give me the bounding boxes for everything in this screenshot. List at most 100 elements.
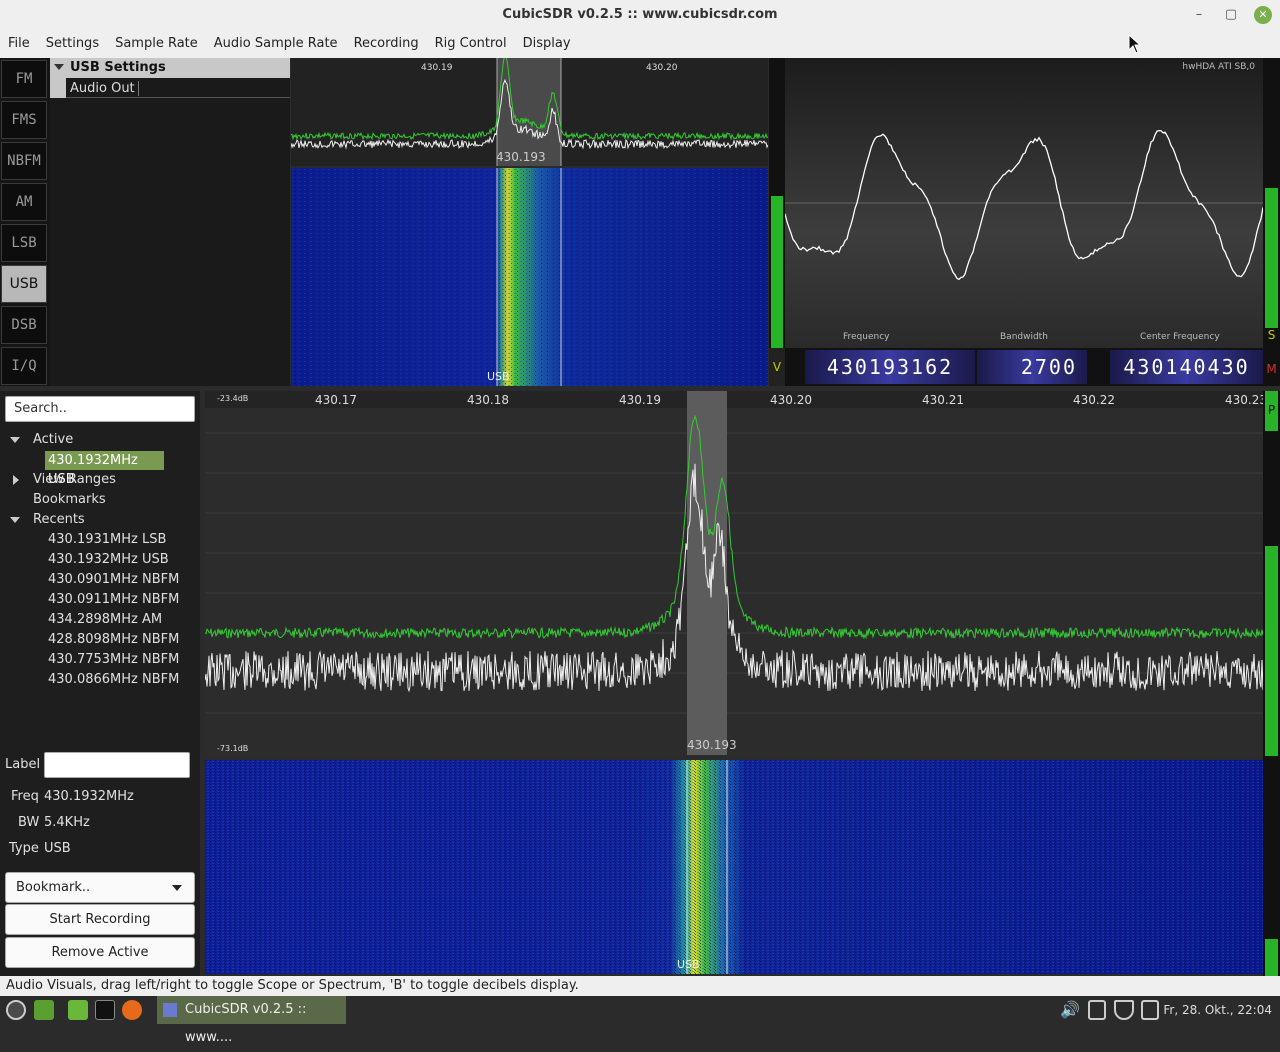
main-waterfall-label: USB	[677, 958, 700, 971]
gain-meter-fill	[1265, 188, 1278, 328]
close-button[interactable]: ✕	[1254, 6, 1272, 24]
audio-level-meter[interactable]	[769, 58, 785, 386]
menu-recording[interactable]: Recording	[346, 30, 427, 58]
shield-icon[interactable]	[1114, 1000, 1134, 1020]
demod-usb-button[interactable]: USB	[1, 265, 47, 303]
audio-device-tag: hwHDA ATI SB,0	[1182, 62, 1255, 72]
notifications-icon[interactable]	[1141, 1000, 1159, 1020]
update-manager-icon[interactable]	[1088, 1000, 1106, 1020]
scope-bandwidth-label: Bandwidth	[1000, 332, 1048, 342]
db-bottom-label: -73.1dB	[217, 744, 248, 753]
active-bookmark-item[interactable]: 430.1932MHz USB	[45, 451, 164, 487]
recent-item[interactable]: 430.1932MHz USB	[48, 552, 169, 567]
recent-item[interactable]: 434.2898MHz AM	[48, 612, 162, 627]
main-spectrum[interactable]: -23.4dB -73.1dB 430.17 430.18 430.19 430…	[205, 391, 1263, 755]
window-title: CubicSDR v0.2.5 :: www.cubicsdr.com	[502, 7, 778, 22]
recent-item[interactable]: 428.8098MHz NBFM	[48, 632, 179, 647]
bookmark-dropdown-label: Bookmark..	[16, 880, 91, 895]
label-field-label: Label	[5, 757, 41, 772]
menu-sample-rate[interactable]: Sample Rate	[107, 30, 206, 58]
recent-item[interactable]: 430.7753MHz NBFM	[48, 652, 179, 667]
tree-active-header[interactable]: Active	[33, 432, 73, 447]
bookmark-dropdown-button[interactable]: Bookmark..	[5, 872, 195, 903]
recent-item[interactable]: 430.1931MHz LSB	[48, 532, 166, 547]
demod-fms-button[interactable]: FMS	[1, 101, 47, 139]
tree-view-ranges[interactable]: View Ranges	[33, 472, 116, 487]
main-passband	[687, 391, 727, 755]
frequency-display-row: 430193162 2700 430140430	[785, 348, 1263, 386]
type-field-value: USB	[44, 841, 71, 856]
scope-waveform	[785, 129, 1263, 281]
demod-nbfm-button[interactable]: NBFM	[1, 142, 47, 180]
show-desktop-icon[interactable]	[34, 1000, 54, 1020]
mini-waterfall-canvas: USB	[291, 168, 768, 386]
frequency-display[interactable]: 430193162	[805, 350, 975, 384]
terminal-icon[interactable]	[95, 1000, 115, 1020]
center-frequency-display[interactable]: 430140430	[1110, 350, 1263, 384]
main-spectrum-trace	[205, 463, 1263, 693]
gain-meter[interactable]: S M	[1263, 58, 1280, 386]
firefox-icon[interactable]	[122, 1000, 142, 1020]
main-peak-trace	[205, 414, 1263, 640]
expand-view-ranges-icon[interactable]	[13, 475, 19, 485]
chevron-down-icon	[172, 885, 182, 891]
spectrum-side-meter[interactable]: P	[1263, 391, 1280, 976]
menu-settings[interactable]: Settings	[38, 30, 107, 58]
label-input[interactable]	[44, 752, 190, 778]
search-input[interactable]: Search..	[5, 396, 195, 422]
demod-mode-panel: FM FMS NBFM AM LSB USB DSB I/Q	[0, 58, 50, 386]
settings-header[interactable]: USB Settings	[50, 58, 290, 78]
main-tick: 430.23	[1225, 393, 1263, 407]
menu-display[interactable]: Display	[515, 30, 579, 58]
maximize-button[interactable]: ▢	[1222, 6, 1240, 24]
demod-fm-button[interactable]: FM	[1, 60, 47, 98]
minimize-button[interactable]: –	[1190, 6, 1208, 24]
bw-field-value: 5.4KHz	[44, 815, 90, 830]
status-bar: Audio Visuals, drag left/right to toggle…	[0, 976, 1280, 996]
collapse-arrow-icon[interactable]	[54, 64, 64, 70]
menu-rig-control[interactable]: Rig Control	[427, 30, 515, 58]
start-recording-button[interactable]: Start Recording	[5, 904, 195, 935]
cubicsdr-app-icon	[163, 1003, 177, 1017]
demod-dsb-button[interactable]: DSB	[1, 306, 47, 344]
mini-waterfall[interactable]: USB	[291, 168, 768, 386]
mouse-cursor-icon	[1128, 34, 1142, 54]
demod-am-button[interactable]: AM	[1, 183, 47, 221]
waterfall-speed-fill	[1265, 939, 1278, 976]
scope-frequency-label: Frequency	[843, 332, 890, 342]
taskbar-app-cubicsdr[interactable]: CubicSDR v0.2.5 :: www....	[157, 996, 346, 1045]
tree-recents-header[interactable]: Recents	[33, 512, 85, 527]
squelch-label[interactable]: S	[1263, 328, 1280, 342]
clock[interactable]: Fr, 28. Okt., 22:04	[1163, 996, 1272, 1024]
expand-recents-icon[interactable]	[10, 517, 20, 523]
main-waterfall[interactable]: USB	[205, 760, 1263, 974]
bandwidth-display[interactable]: 2700	[977, 350, 1087, 384]
menu-file[interactable]: File	[0, 30, 38, 58]
expand-active-icon[interactable]	[10, 437, 20, 443]
mini-spectrum-canvas: 430.19 430.20 430.193	[291, 58, 768, 166]
mint-menu-icon[interactable]	[6, 1000, 26, 1020]
audio-out-setting[interactable]: Audio Out	[66, 80, 290, 98]
main-tick: 430.18	[467, 393, 509, 407]
peak-hold-label: P	[1267, 403, 1276, 417]
mute-label[interactable]: M	[1263, 362, 1280, 376]
scope-center-frequency-label: Center Frequency	[1140, 332, 1220, 342]
bw-field-label: BW	[18, 815, 40, 830]
demod-lsb-button[interactable]: LSB	[1, 224, 47, 262]
recent-item[interactable]: 430.0911MHz NBFM	[48, 592, 179, 607]
mini-waterfall-label: USB	[487, 370, 510, 383]
recent-item[interactable]: 430.0866MHz NBFM	[48, 672, 179, 687]
volume-indicator: V	[769, 348, 785, 386]
tree-bookmarks[interactable]: Bookmarks	[33, 492, 106, 507]
remove-active-button[interactable]: Remove Active	[5, 937, 195, 968]
mini-spectrum[interactable]: 430.19 430.20 430.193	[291, 58, 768, 166]
main-tick: 430.22	[1073, 393, 1115, 407]
main-spectrum-canvas: -23.4dB -73.1dB 430.17 430.18 430.19 430…	[205, 391, 1263, 755]
volume-icon[interactable]: 🔊	[1060, 1000, 1082, 1020]
recent-item[interactable]: 430.0901MHz NBFM	[48, 572, 179, 587]
audio-scope[interactable]: hwHDA ATI SB,0 Frequency Bandwidth Cente…	[785, 58, 1263, 348]
files-icon[interactable]	[68, 1000, 88, 1020]
bookmark-panel: Search.. Active 430.1932MHz USB View Ran…	[0, 391, 200, 976]
menu-audio-sample-rate[interactable]: Audio Sample Rate	[206, 30, 346, 58]
demod-iq-button[interactable]: I/Q	[1, 347, 47, 385]
